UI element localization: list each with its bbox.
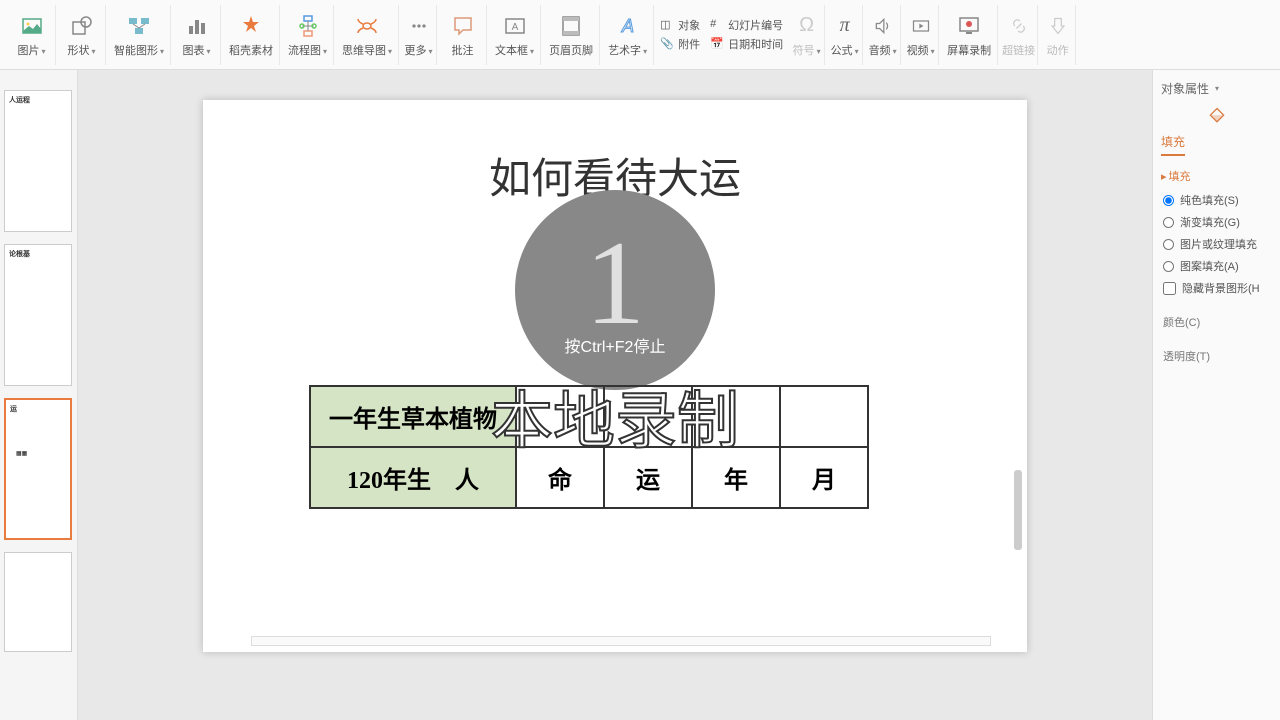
countdown-number: 1: [585, 223, 645, 343]
comment-icon: [449, 12, 477, 40]
ribbon-symbol[interactable]: Ω 符号▾: [789, 5, 825, 65]
ribbon-datetime[interactable]: 📅日期和时间: [710, 36, 783, 52]
screenrec-icon: [955, 12, 983, 40]
ribbon-chart[interactable]: 图表▾: [173, 5, 221, 65]
transparency-label[interactable]: 透明度(T): [1163, 348, 1272, 364]
ribbon-flowchart[interactable]: 流程图▾: [282, 5, 334, 65]
ribbon-equation[interactable]: π 公式▾: [827, 5, 863, 65]
video-icon: [907, 12, 935, 40]
scrollbar[interactable]: [1014, 470, 1022, 550]
recording-indicator: 1 按Ctrl+F2停止: [515, 190, 715, 390]
ribbon-textbox[interactable]: A 文本框▾: [489, 5, 541, 65]
ribbon-headerfooter[interactable]: 页眉页脚: [543, 5, 600, 65]
ribbon-smartart[interactable]: 智能图形▾: [108, 5, 171, 65]
ribbon-video[interactable]: 视频▾: [903, 5, 939, 65]
chart-icon: [183, 12, 211, 40]
ribbon-more[interactable]: 更多▾: [401, 5, 437, 65]
table-cell[interactable]: 120年生 人: [310, 447, 516, 508]
table-cell[interactable]: 一年生草本植物: [310, 386, 516, 447]
ribbon-action[interactable]: 动作: [1040, 5, 1076, 65]
notes-placeholder[interactable]: [251, 636, 991, 646]
ribbon-small-group1: ◫对象 📎附件: [656, 15, 704, 54]
ribbon-wordart[interactable]: A 艺术字▾: [602, 5, 654, 65]
ribbon-attachment[interactable]: 📎附件: [660, 36, 700, 52]
table-cell[interactable]: 月: [780, 447, 868, 508]
radio-pattern-fill[interactable]: 图案填充(A): [1163, 258, 1270, 274]
thumbnail-3[interactable]: 运 ▦▦: [4, 398, 72, 540]
audio-icon: [869, 12, 897, 40]
mindmap-icon: [353, 12, 381, 40]
thumbnail-1[interactable]: 人运程: [4, 90, 72, 232]
ribbon-hyperlink[interactable]: 超链接: [1000, 5, 1038, 65]
table-cell[interactable]: [780, 386, 868, 447]
ribbon-audio[interactable]: 音频▾: [865, 5, 901, 65]
thumbnail-4[interactable]: [4, 552, 72, 652]
properties-panel: 对象属性▾ 填充 ▸填充 纯色填充(S) 渐变填充(G) 图片或纹理填充 图案填…: [1152, 70, 1280, 720]
radio-picture-fill[interactable]: 图片或纹理填充: [1163, 236, 1270, 252]
image-icon: [18, 12, 46, 40]
svg-text:A: A: [621, 16, 634, 36]
ribbon-shape[interactable]: 形状▾: [58, 5, 106, 65]
radio-solid-fill[interactable]: 纯色填充(S): [1163, 192, 1270, 208]
smartart-icon: [125, 12, 153, 40]
svg-text:A: A: [511, 22, 518, 33]
main-area: 人运程 论根基 运 ▦▦ 如何看待大运 1 按Ctrl+F2停止 本地录制 一年…: [0, 70, 1280, 720]
slide[interactable]: 如何看待大运 1 按Ctrl+F2停止 本地录制 一年生草本植物 120年生 人…: [203, 100, 1027, 652]
radio-gradient-fill[interactable]: 渐变填充(G): [1163, 214, 1270, 230]
ribbon-mindmap[interactable]: 思维导图▾: [336, 5, 399, 65]
slide-canvas[interactable]: 如何看待大运 1 按Ctrl+F2停止 本地录制 一年生草本植物 120年生 人…: [78, 70, 1152, 720]
more-icon: [405, 12, 433, 40]
textbox-icon: A: [501, 12, 529, 40]
wordart-icon: A: [614, 12, 642, 40]
headerfooter-icon: [557, 12, 585, 40]
local-recording-label: 本地录制: [491, 370, 739, 460]
action-icon: [1044, 12, 1072, 40]
hyperlink-icon: [1005, 12, 1033, 40]
thumbnail-2[interactable]: 论根基: [4, 244, 72, 386]
symbol-icon: Ω: [793, 12, 821, 40]
docer-icon: [237, 12, 265, 40]
flowchart-icon: [294, 12, 322, 40]
slide-thumbnails: 人运程 论根基 运 ▦▦: [0, 70, 78, 720]
check-hide-bg[interactable]: 隐藏背景图形(H: [1163, 280, 1270, 296]
ribbon-object[interactable]: ◫对象: [660, 17, 700, 33]
ribbon-screenrec[interactable]: 屏幕录制: [941, 5, 998, 65]
ribbon-comment[interactable]: 批注: [439, 5, 487, 65]
fill-tab[interactable]: 填充: [1161, 133, 1185, 156]
fill-section-header[interactable]: ▸填充: [1161, 168, 1272, 184]
ribbon-image[interactable]: 图片▾: [8, 5, 56, 65]
ribbon-slidenum[interactable]: #幻灯片编号: [710, 17, 783, 33]
panel-title: 对象属性▾: [1161, 80, 1272, 97]
fill-tab-icon[interactable]: [1206, 105, 1228, 127]
color-label[interactable]: 颜色(C): [1163, 314, 1272, 330]
stop-hint: 按Ctrl+F2停止: [565, 333, 666, 357]
equation-icon: π: [831, 12, 859, 40]
ribbon-small-group2: #幻灯片编号 📅日期和时间: [706, 15, 787, 54]
shape-icon: [68, 12, 96, 40]
ribbon-docer[interactable]: 稻壳素材: [223, 5, 280, 65]
ribbon: 图片▾ 形状▾ 智能图形▾ 图表▾ 稻壳素材 流程图▾ 思维导图▾ 更多▾ 批注…: [0, 0, 1280, 70]
